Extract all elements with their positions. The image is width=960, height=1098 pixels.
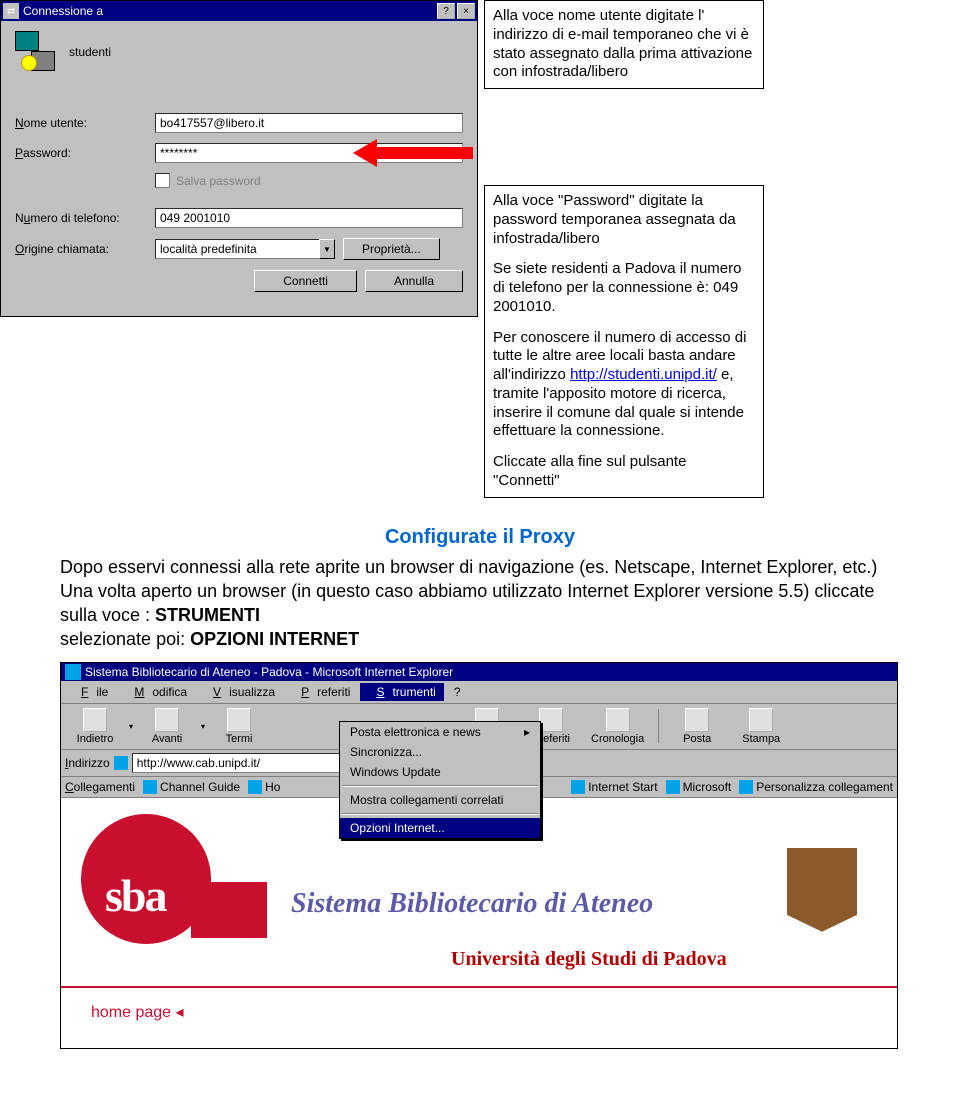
dialog-icon: ⇄ bbox=[3, 3, 19, 19]
ie-titlebar: Sistema Bibliotecario di Ateneo - Padova… bbox=[61, 663, 897, 681]
help-text: Cliccate alla fine sul pulsante "Connett… bbox=[493, 453, 755, 491]
origin-value bbox=[155, 239, 319, 259]
password-label: Password: bbox=[15, 146, 155, 160]
help-text: Alla voce "Password" digitate la passwor… bbox=[493, 192, 755, 248]
profile-name: studenti bbox=[69, 45, 111, 59]
help-column: Alla voce nome utente digitate l' indiri… bbox=[484, 0, 764, 504]
origin-dropdown[interactable]: ▼ bbox=[155, 239, 335, 259]
forward-button[interactable]: Avanti bbox=[137, 708, 197, 745]
link-microsoft[interactable]: Microsoft bbox=[666, 780, 732, 794]
link-channel-guide[interactable]: Channel Guide bbox=[143, 780, 240, 794]
star-icon bbox=[539, 708, 563, 732]
help-button[interactable]: ? bbox=[437, 3, 455, 19]
help-text: Per conoscere il numero di accesso di tu… bbox=[493, 329, 755, 442]
sba-logo-text: sba bbox=[105, 869, 165, 922]
paragraph: selezionate poi: bbox=[60, 629, 190, 649]
link-ho[interactable]: Ho bbox=[248, 780, 280, 794]
history-button[interactable]: Cronologia bbox=[585, 708, 650, 745]
link-internet-start[interactable]: Internet Start bbox=[571, 780, 657, 794]
help-text: Se siete residenti a Padova il numero di… bbox=[493, 260, 755, 316]
links-label: Collegamenti bbox=[65, 780, 135, 794]
menu-tools[interactable]: Strumenti bbox=[360, 683, 443, 701]
clock-icon bbox=[606, 708, 630, 732]
ie-window: Sistema Bibliotecario di Ateneo - Padova… bbox=[60, 662, 898, 1049]
menu-edit[interactable]: Modifica bbox=[118, 683, 195, 701]
menu-item-mail[interactable]: Posta elettronica e news bbox=[340, 722, 540, 742]
phone-label: Numero di telefono: bbox=[15, 211, 155, 225]
properties-button[interactable]: Proprietà... bbox=[343, 238, 440, 260]
section-title: Configurate il Proxy bbox=[60, 524, 900, 551]
sba-title: Sistema Bibliotecario di Ateneo bbox=[291, 888, 653, 920]
instruction-text: Configurate il Proxy Dopo esservi connes… bbox=[0, 504, 960, 662]
connect-button[interactable]: Connetti bbox=[254, 270, 357, 292]
mail-button[interactable]: Posta bbox=[667, 708, 727, 745]
ie-icon bbox=[65, 664, 81, 680]
menu-item-windows-update[interactable]: Windows Update bbox=[340, 762, 540, 782]
cancel-button[interactable]: Annulla bbox=[365, 270, 463, 292]
university-crest bbox=[787, 848, 857, 932]
username-label: Nome utente: bbox=[15, 116, 155, 130]
back-icon bbox=[83, 708, 107, 732]
menu-item-related[interactable]: Mostra collegamenti correlati bbox=[340, 790, 540, 810]
menubar: File Modifica Visualizza Preferiti Strum… bbox=[61, 681, 897, 704]
stop-icon bbox=[227, 708, 251, 732]
connection-dialog: ⇄ Connessione a ? × studenti Nome utente… bbox=[0, 0, 478, 317]
keyword-opzioni: OPZIONI INTERNET bbox=[190, 629, 359, 649]
print-button[interactable]: Stampa bbox=[731, 708, 791, 745]
back-button[interactable]: Indietro bbox=[65, 708, 125, 745]
page-icon bbox=[114, 756, 128, 770]
stop-button[interactable]: Termi bbox=[209, 708, 269, 745]
help-box-username: Alla voce nome utente digitate l' indiri… bbox=[484, 0, 764, 89]
divider bbox=[61, 986, 897, 988]
menu-favorites[interactable]: Preferiti bbox=[285, 683, 358, 701]
save-password-checkbox[interactable] bbox=[155, 173, 170, 188]
menu-item-sync[interactable]: Sincronizza... bbox=[340, 742, 540, 762]
help-box-password: Alla voce "Password" digitate la passwor… bbox=[484, 185, 764, 498]
ie-title-text: Sistema Bibliotecario di Ateneo - Padova… bbox=[85, 665, 453, 679]
menu-item-internet-options[interactable]: Opzioni Internet... bbox=[340, 818, 540, 838]
students-link[interactable]: http://studenti.unipd.it/ bbox=[570, 366, 717, 383]
address-input[interactable] bbox=[132, 753, 352, 773]
forward-icon bbox=[155, 708, 179, 732]
keyword-strumenti: STRUMENTI bbox=[155, 605, 260, 625]
link-personalize[interactable]: Personalizza collegament bbox=[739, 780, 893, 794]
menu-file[interactable]: File bbox=[65, 683, 116, 701]
print-icon bbox=[749, 708, 773, 732]
menu-view[interactable]: Visualizza bbox=[197, 683, 283, 701]
chevron-down-icon[interactable]: ▼ bbox=[319, 239, 335, 259]
dialog-title: Connessione a bbox=[23, 4, 103, 18]
username-input[interactable] bbox=[155, 113, 463, 133]
address-label: Indirizzo bbox=[65, 756, 110, 770]
homepage-link[interactable]: home page bbox=[91, 1002, 184, 1022]
close-button[interactable]: × bbox=[457, 3, 475, 19]
sba-logo: sba bbox=[81, 814, 211, 944]
menu-help[interactable]: ? bbox=[446, 683, 469, 701]
red-arrow-annotation bbox=[353, 145, 473, 161]
save-password-label: Salva password bbox=[176, 174, 261, 188]
phone-input[interactable] bbox=[155, 208, 463, 228]
origin-label: Origine chiamata: bbox=[15, 242, 155, 256]
connection-icon bbox=[15, 31, 57, 73]
dialog-titlebar: ⇄ Connessione a ? × bbox=[1, 1, 477, 21]
tools-menu-popup: Posta elettronica e news Sincronizza... … bbox=[339, 721, 541, 839]
university-name: Università degli Studi di Padova bbox=[451, 948, 727, 971]
mail-icon bbox=[685, 708, 709, 732]
